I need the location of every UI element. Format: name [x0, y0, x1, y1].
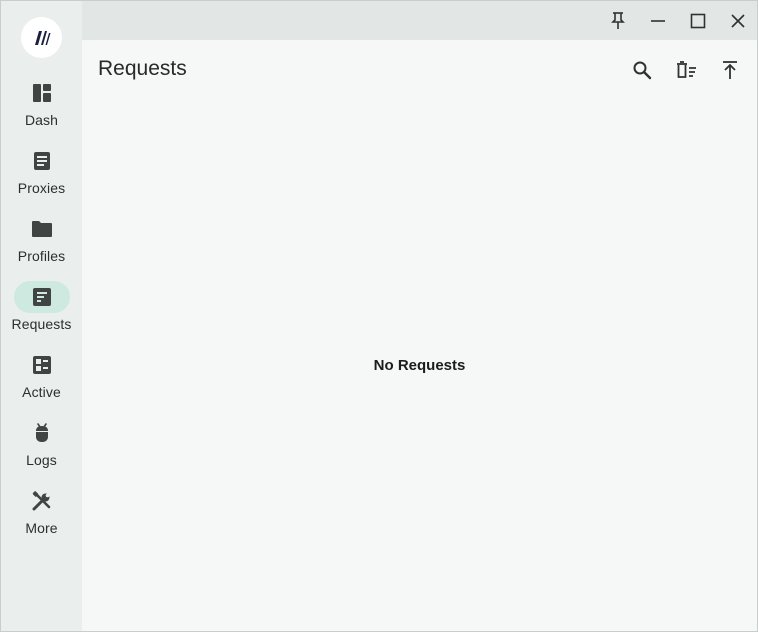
- tools-icon: [32, 491, 50, 511]
- requests-icon: [32, 288, 51, 306]
- dashboard-icon: [32, 84, 51, 102]
- nav-pill: [14, 77, 70, 109]
- clear-icon: [677, 61, 696, 78]
- sidebar-item-active[interactable]: Active: [1, 349, 82, 411]
- sidebar-item-profiles[interactable]: Profiles: [1, 213, 82, 275]
- search-button[interactable]: [628, 56, 656, 84]
- pin-button[interactable]: [604, 7, 632, 35]
- minimize-icon: [651, 20, 665, 22]
- bug-icon: [35, 423, 48, 442]
- sidebar-item-logs[interactable]: Logs: [1, 417, 82, 479]
- sidebar-item-label: Dash: [24, 112, 59, 128]
- nav-pill: [14, 145, 70, 177]
- empty-state-message: No Requests: [373, 357, 466, 374]
- maximize-icon: [690, 13, 706, 29]
- sidebar-item-label: Profiles: [17, 248, 66, 264]
- close-icon: [731, 14, 745, 28]
- sidebar-item-requests[interactable]: Requests: [1, 281, 82, 343]
- minimize-button[interactable]: [644, 7, 672, 35]
- sidebar-item-more[interactable]: More: [1, 485, 82, 547]
- connections-icon: [32, 356, 51, 374]
- sidebar-item-label: Requests: [11, 316, 72, 332]
- nav-pill: [14, 485, 70, 517]
- nav-pill: [14, 349, 70, 381]
- clear-requests-button[interactable]: [672, 56, 700, 84]
- folder-icon: [31, 221, 52, 237]
- scroll-top-icon: [723, 61, 737, 79]
- nav-pill-active: [13, 281, 70, 313]
- sidebar: Dash Proxies Profiles Requests Active Lo…: [1, 1, 82, 631]
- main-content: Requests No Requests: [82, 40, 757, 631]
- app-window: Dash Proxies Profiles Requests Active Lo…: [0, 0, 758, 632]
- pin-icon: [611, 12, 625, 29]
- maximize-button[interactable]: [684, 7, 712, 35]
- page-title: Requests: [98, 57, 187, 80]
- title-bar[interactable]: [82, 1, 757, 40]
- sidebar-item-dash[interactable]: Dash: [1, 77, 82, 139]
- sidebar-item-label: More: [25, 520, 58, 536]
- scroll-top-button[interactable]: [716, 56, 744, 84]
- search-icon: [633, 61, 652, 80]
- nav-pill: [14, 213, 70, 245]
- sidebar-item-label: Active: [22, 384, 61, 400]
- close-button[interactable]: [724, 7, 752, 35]
- nav-pill: [14, 417, 70, 449]
- sidebar-item-proxies[interactable]: Proxies: [1, 145, 82, 207]
- app-logo[interactable]: [21, 17, 62, 58]
- sidebar-item-label: Logs: [26, 452, 57, 468]
- logo-icon: [34, 30, 50, 45]
- sidebar-item-label: Proxies: [17, 180, 66, 196]
- document-icon: [33, 152, 50, 170]
